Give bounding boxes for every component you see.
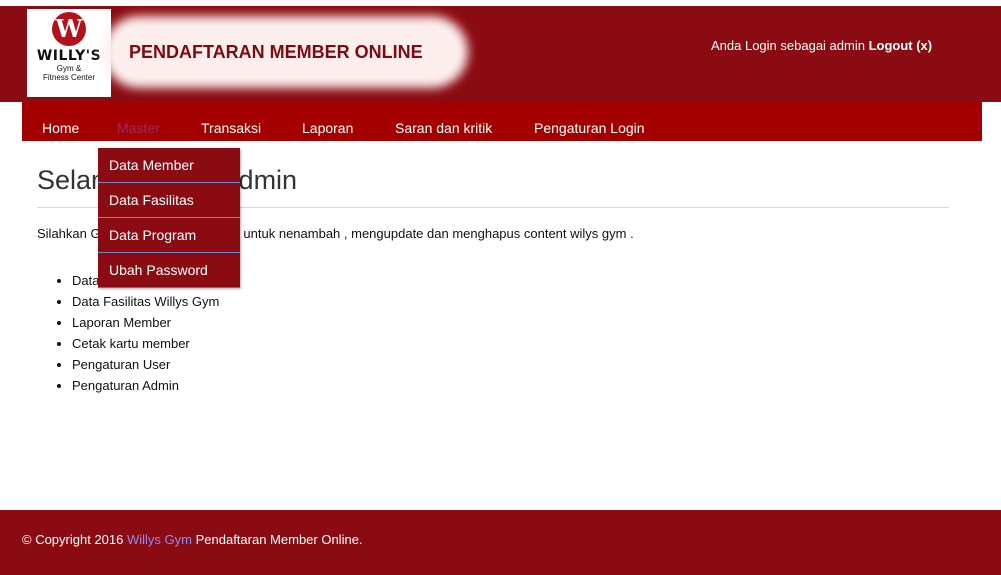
nav-pengaturan-login[interactable]: Pengaturan Login: [534, 120, 645, 136]
copyright-prefix: © Copyright 2016: [22, 532, 124, 547]
main-nav: Home Master Transaksi Laporan Saran dan …: [22, 102, 982, 141]
logo-subtitle-2: Fitness Center: [42, 73, 96, 82]
intro-text-start: Silahkan G: [37, 226, 101, 241]
intro-text-end: a untuk nenambah , mengupdate dan mengha…: [232, 226, 634, 241]
nav-laporan[interactable]: Laporan: [302, 120, 353, 136]
list-item: Cetak kartu member: [72, 333, 219, 354]
nav-master[interactable]: Master: [117, 120, 160, 136]
logo-brand: WILLY'S: [36, 48, 102, 64]
feature-list: Data Data Fasilitas Willys Gym Laporan M…: [37, 270, 219, 396]
nav-transaksi[interactable]: Transaksi: [201, 120, 261, 136]
menu-item-data-fasilitas[interactable]: Data Fasilitas: [98, 183, 240, 218]
logo-emblem: W: [52, 12, 86, 46]
list-item: Data Fasilitas Willys Gym: [72, 291, 219, 312]
site-title-banner: PENDAFTARAN MEMBER ONLINE: [113, 26, 458, 78]
nav-home[interactable]: Home: [42, 120, 79, 136]
footer-brand-link[interactable]: Willys Gym: [127, 532, 192, 547]
copyright-suffix: Pendaftaran Member Online.: [195, 532, 363, 547]
list-item: Pengaturan User: [72, 354, 219, 375]
menu-item-data-member[interactable]: Data Member: [98, 148, 240, 183]
login-status: Anda Login sebagai admin Logout (x): [711, 38, 932, 53]
willys-logo[interactable]: W WILLY'S Gym & Fitness Center: [27, 9, 111, 97]
list-item: Laporan Member: [72, 312, 219, 333]
menu-item-ubah-password[interactable]: Ubah Password: [98, 253, 240, 288]
menu-item-data-program[interactable]: Data Program: [98, 218, 240, 253]
site-header: W WILLY'S Gym & Fitness Center PENDAFTAR…: [0, 6, 1001, 102]
master-dropdown-menu: Data Member Data Fasilitas Data Program …: [98, 148, 240, 288]
logo-subtitle-1: Gym &: [56, 64, 82, 73]
logout-link[interactable]: Logout (x): [869, 38, 933, 53]
copyright: © Copyright 2016 Willys Gym Pendaftaran …: [22, 532, 363, 547]
site-title: PENDAFTARAN MEMBER ONLINE: [129, 42, 423, 62]
list-item: Pengaturan Admin: [72, 375, 219, 396]
login-status-text: Anda Login sebagai admin: [711, 38, 865, 53]
nav-saran-kritik[interactable]: Saran dan kritik: [395, 120, 492, 136]
site-footer: © Copyright 2016 Willys Gym Pendaftaran …: [0, 510, 1001, 575]
